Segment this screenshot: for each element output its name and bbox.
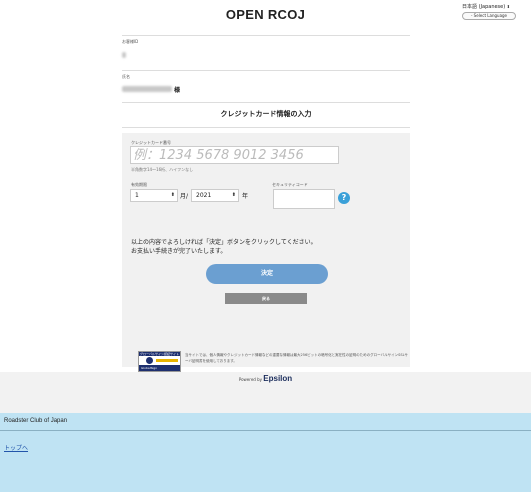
globe-icon <box>146 357 153 364</box>
chevron-updown-icon: ⬍ <box>506 4 511 9</box>
powered-by-label: Powered by <box>238 377 262 382</box>
language-selector[interactable]: 日本語 (Japanese) ⬍ - Select Language <box>462 3 516 21</box>
language-select[interactable]: 日本語 (Japanese) ⬍ <box>462 3 516 11</box>
confirm-instructions: 以上の内容でよろしければ「決定」ボタンをクリックしてください。 お支払い手続きが… <box>131 238 317 256</box>
security-code-input[interactable] <box>273 189 335 209</box>
expiry-month-value: 1 <box>135 192 139 199</box>
confirm-button[interactable]: 決定 <box>206 264 328 284</box>
card-number-input[interactable]: 例：1234 5678 9012 3456 <box>130 146 339 164</box>
language-select-value: 日本語 (Japanese) <box>462 4 506 10</box>
expiry-year-unit: 年 <box>242 193 249 200</box>
site-footer: Roadster Club of Japan トップへ <box>0 413 531 492</box>
top-link[interactable]: トップへ <box>4 443 28 452</box>
seal-stripe <box>156 359 178 362</box>
divider <box>122 35 410 36</box>
seal-brand: GlobalSign <box>139 365 180 371</box>
confirm-line-1: 以上の内容でよろしければ「決定」ボタンをクリックしてください。 <box>131 239 317 246</box>
chevron-updown-icon: ⬍ <box>231 192 236 198</box>
expiry-month-select[interactable]: 1 ⬍ <box>130 189 178 202</box>
top-bar: OPEN RCOJ 日本語 (Japanese) ⬍ - Select Lang… <box>0 0 531 32</box>
footer-divider <box>0 430 531 431</box>
select-language-link[interactable]: - Select Language <box>462 12 516 20</box>
honorific: 様 <box>174 87 181 94</box>
customer-name-label: 氏名 <box>122 74 130 79</box>
chevron-updown-icon: ⬍ <box>170 192 175 198</box>
help-icon[interactable]: ? <box>338 192 350 204</box>
expiry-year-select[interactable]: 2021 ⬍ <box>191 189 239 202</box>
powered-by: Powered by Epsilon <box>0 372 531 386</box>
security-code-label: セキュリティコード <box>272 182 308 187</box>
confirm-line-2: お支払い手続きが完了いたします。 <box>131 248 227 255</box>
divider <box>122 102 410 103</box>
main-content: お客様ID 氏名 様 クレジットカード情報の入力 クレジットカード番号 例：12… <box>0 32 531 372</box>
divider <box>122 127 410 128</box>
expiry-year-value: 2021 <box>196 192 212 199</box>
footer-org-name: Roadster Club of Japan <box>4 418 68 424</box>
back-button[interactable]: 戻る <box>225 293 307 304</box>
customer-number-label: お客様ID <box>122 39 139 44</box>
section-title: クレジットカード情報の入力 <box>220 110 312 118</box>
card-entry-panel: クレジットカード番号 例：1234 5678 9012 3456 半角数字14～… <box>122 133 410 367</box>
expiry-month-unit: 月/ <box>180 193 189 200</box>
epsilon-logo: Epsilon <box>263 374 293 383</box>
divider <box>122 70 410 71</box>
seal-body <box>139 356 180 365</box>
customer-number-value <box>122 52 126 58</box>
payment-form-area: お客様ID 氏名 様 クレジットカード情報の入力 クレジットカード番号 例：12… <box>122 32 410 372</box>
globalsign-seal[interactable]: グローバルサイン認証サイト GlobalSign <box>138 351 181 372</box>
customer-name-value <box>122 86 172 92</box>
card-number-note: 半角数字14～16桁、ハイフンなし <box>131 167 194 172</box>
ssl-note: 当サイトでは、個人情報やクレジットカード情報などの重要な情報は最大256ビットの… <box>185 353 409 363</box>
site-title: OPEN RCOJ <box>225 7 306 22</box>
expiry-label: 有効期限 <box>131 182 147 187</box>
